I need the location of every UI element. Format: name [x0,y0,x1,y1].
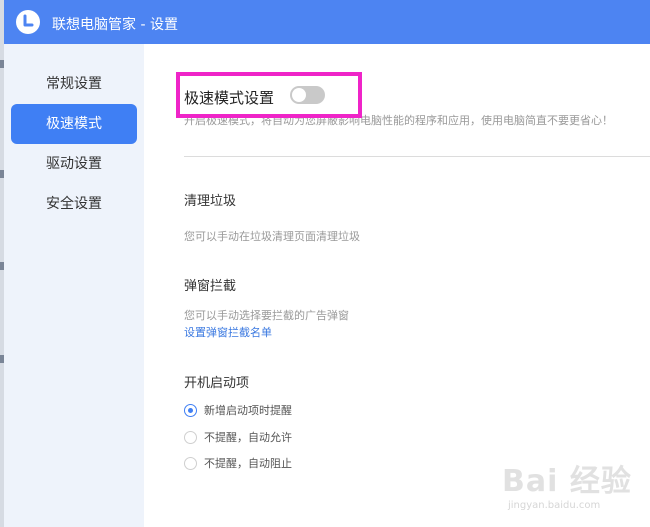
radio-label: 不提醒，自动阻止 [204,457,292,470]
title-bar[interactable]: 联想电脑管家 - 设置 [4,0,650,44]
cleanup-description: 您可以手动在垃圾清理页面清理垃圾 [184,230,360,243]
popup-block-description: 您可以手动选择要拦截的广告弹窗 [184,309,349,322]
sidebar-item-speed-mode[interactable]: 极速模式 [11,104,137,144]
radio-unchecked-icon[interactable] [184,431,197,444]
popup-block-title: 弹窗拦截 [184,279,237,294]
baidu-jingyan-watermark: Bai 经验 jingyan.baidu.com [502,456,632,518]
sidebar-item-security[interactable]: 安全设置 [11,184,137,224]
lenovo-clock-icon [16,10,40,34]
settings-window: 联想电脑管家 - 设置 常规设置 极速模式 驱动设置 安全设置 极速模式设置 开… [4,0,650,527]
watermark-url: jingyan.baidu.com [508,500,601,511]
watermark-logo-text: Bai 经验 [502,464,632,499]
popup-blocklist-link[interactable]: 设置弹窗拦截名单 [184,324,272,340]
cleanup-title: 清理垃圾 [184,194,237,209]
settings-content: 极速模式设置 开启极速模式，将自动为您屏蔽影响电脑性能的程序和应用，使用电脑简直… [144,44,650,527]
radio-label: 不提醒，自动允许 [204,431,292,444]
settings-sidebar: 常规设置 极速模式 驱动设置 安全设置 [4,44,144,527]
radio-unchecked-icon[interactable] [184,457,197,470]
window-title: 联想电脑管家 - 设置 [52,17,178,33]
sidebar-item-driver[interactable]: 驱动设置 [11,144,137,184]
radio-checked-icon[interactable] [184,404,197,417]
annotation-highlight-box [176,72,362,118]
radio-label: 新增启动项时提醒 [204,404,292,417]
sidebar-item-general[interactable]: 常规设置 [11,64,137,104]
divider [184,156,650,157]
startup-title: 开机启动项 [184,376,250,391]
